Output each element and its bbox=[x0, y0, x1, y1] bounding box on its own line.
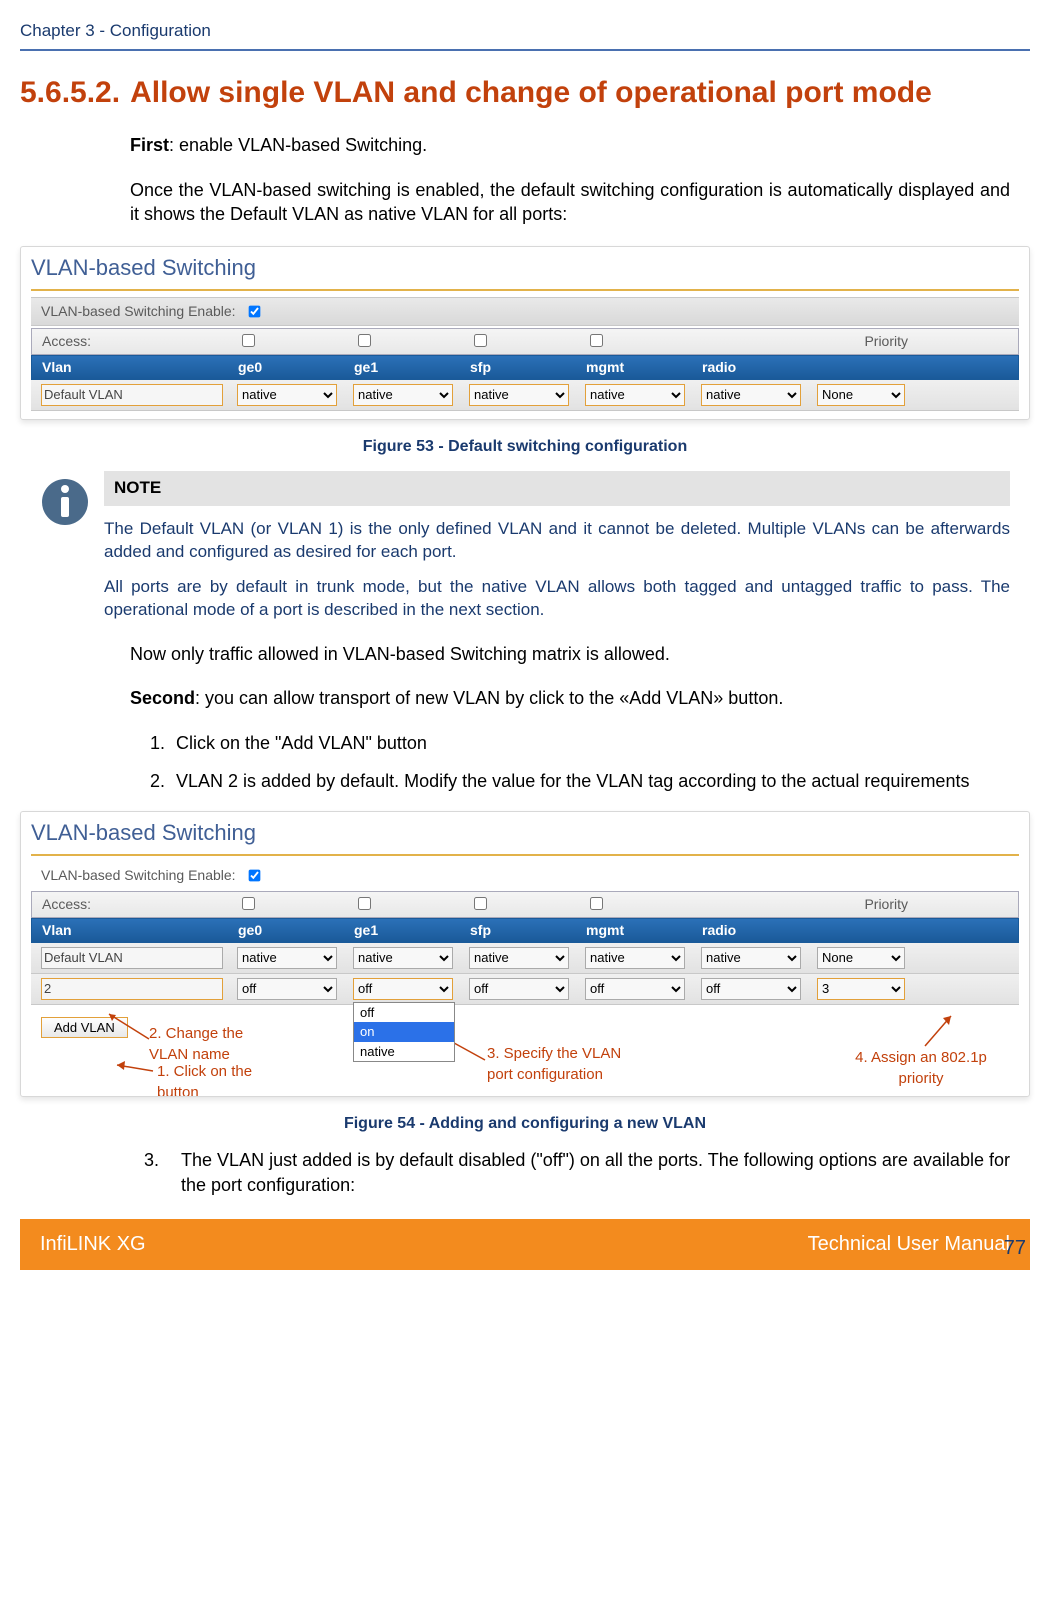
figure53-caption: Figure 53 - Default switching configurat… bbox=[20, 436, 1030, 458]
col-radio-2: radio bbox=[702, 921, 812, 940]
panel-title-2: VLAN-based Switching bbox=[21, 812, 1029, 848]
step3-number: 3. bbox=[144, 1148, 159, 1197]
table-row-default-2: native native native native native None bbox=[31, 943, 1019, 974]
radio-select-new[interactable]: off bbox=[701, 978, 801, 1000]
table-row-new: off off off on native off off off 3 bbox=[31, 974, 1019, 1005]
footer-product: InfiLINK XG bbox=[40, 1231, 146, 1258]
annotation-3: 3. Specify the VLAN port configuration bbox=[487, 1044, 627, 1085]
annotation-2: 2. Change the VLAN name bbox=[149, 1024, 279, 1065]
radio-select-default[interactable]: native bbox=[701, 947, 801, 969]
priority-heading-2: Priority bbox=[818, 895, 908, 914]
col-ge1-2: ge1 bbox=[354, 921, 464, 940]
ge1-dropdown-open[interactable]: off on native bbox=[353, 1002, 455, 1063]
panel-rule-2 bbox=[31, 854, 1019, 856]
sfp-select[interactable]: native bbox=[469, 384, 569, 406]
table-header-row-2: Vlan ge0 ge1 sfp mgmt radio bbox=[31, 918, 1019, 943]
dropdown-opt-on[interactable]: on bbox=[354, 1022, 454, 1042]
access-row: Access: Priority bbox=[31, 328, 1019, 355]
chapter-header: Chapter 3 - Configuration bbox=[20, 20, 1030, 43]
switching-enable-checkbox[interactable] bbox=[248, 306, 260, 318]
ge1-select-new[interactable]: off bbox=[353, 978, 453, 1000]
radio-select[interactable]: native bbox=[701, 384, 801, 406]
step-2: VLAN 2 is added by default. Modify the v… bbox=[170, 769, 1010, 793]
col-mgmt-2: mgmt bbox=[586, 921, 696, 940]
mgmt-select-new[interactable]: off bbox=[585, 978, 685, 1000]
dropdown-opt-off[interactable]: off bbox=[354, 1003, 454, 1023]
access-row-2: Access: Priority bbox=[31, 891, 1019, 918]
table-header-row: Vlan ge0 ge1 sfp mgmt radio bbox=[31, 355, 1019, 380]
col-ge1: ge1 bbox=[354, 358, 464, 377]
para-first: First: enable VLAN-based Switching. bbox=[130, 133, 1010, 157]
figure54-caption: Figure 54 - Adding and configuring a new… bbox=[20, 1113, 1030, 1135]
arrow-1 bbox=[113, 1057, 159, 1079]
vlan-switching-panel-fig54: VLAN-based Switching VLAN-based Switchin… bbox=[20, 811, 1030, 1096]
footer-doc-title: Technical User Manual bbox=[808, 1231, 1010, 1258]
access-ge1-checkbox[interactable] bbox=[358, 334, 371, 347]
annotation-1: 1. Click on the button bbox=[157, 1062, 267, 1096]
vlan-name-input-default[interactable] bbox=[41, 947, 223, 969]
col-mgmt: mgmt bbox=[586, 358, 696, 377]
priority-select-new[interactable]: 3 bbox=[817, 978, 905, 1000]
sfp-select-new[interactable]: off bbox=[469, 978, 569, 1000]
ge1-select[interactable]: native bbox=[353, 384, 453, 406]
switching-enable-label: VLAN-based Switching Enable: bbox=[41, 302, 236, 321]
ge0-select-default[interactable]: native bbox=[237, 947, 337, 969]
para-second: Second: you can allow transport of new V… bbox=[130, 686, 1010, 710]
sfp-select-default[interactable]: native bbox=[469, 947, 569, 969]
priority-select[interactable]: None bbox=[817, 384, 905, 406]
note-text-1: The Default VLAN (or VLAN 1) is the only… bbox=[104, 518, 1010, 564]
switching-enable-row: VLAN-based Switching Enable: bbox=[31, 297, 1019, 326]
mgmt-select-default[interactable]: native bbox=[585, 947, 685, 969]
panel-rule bbox=[31, 289, 1019, 291]
para-now-only: Now only traffic allowed in VLAN-based S… bbox=[130, 642, 1010, 666]
col-radio: radio bbox=[702, 358, 812, 377]
para-once: Once the VLAN-based switching is enabled… bbox=[130, 178, 1010, 227]
priority-heading: Priority bbox=[818, 332, 908, 351]
access-ge0-checkbox-2[interactable] bbox=[242, 897, 255, 910]
switching-enable-label-2: VLAN-based Switching Enable: bbox=[41, 866, 236, 885]
priority-select-default[interactable]: None bbox=[817, 947, 905, 969]
annotation-4: 4. Assign an 802.1p priority bbox=[841, 1048, 1001, 1089]
note-text-2: All ports are by default in trunk mode, … bbox=[104, 576, 1010, 622]
ge0-select[interactable]: native bbox=[237, 384, 337, 406]
col-vlan-2: Vlan bbox=[42, 921, 232, 940]
arrow-4 bbox=[921, 1012, 961, 1052]
access-sfp-checkbox-2[interactable] bbox=[474, 897, 487, 910]
access-label-2: Access: bbox=[42, 895, 232, 914]
vlan-switching-panel-fig53: VLAN-based Switching VLAN-based Switchin… bbox=[20, 246, 1030, 419]
arrow-2 bbox=[104, 1009, 154, 1045]
switching-enable-checkbox-2[interactable] bbox=[248, 870, 260, 882]
switching-enable-row-2: VLAN-based Switching Enable: bbox=[31, 862, 1019, 889]
access-mgmt-checkbox-2[interactable] bbox=[590, 897, 603, 910]
section-number: 5.6.5.2. bbox=[20, 73, 120, 114]
note-title: NOTE bbox=[104, 471, 1010, 506]
header-rule bbox=[20, 49, 1030, 51]
access-ge1-checkbox-2[interactable] bbox=[358, 897, 371, 910]
col-sfp-2: sfp bbox=[470, 921, 580, 940]
page-number: 77 bbox=[1004, 1235, 1026, 1262]
step-3: The VLAN just added is by default disabl… bbox=[181, 1148, 1010, 1197]
step-1: Click on the "Add VLAN" button bbox=[170, 731, 1010, 755]
col-ge0-2: ge0 bbox=[238, 921, 348, 940]
ge0-select-new[interactable]: off bbox=[237, 978, 337, 1000]
section-title: Allow single VLAN and change of operatio… bbox=[130, 73, 1030, 114]
access-label: Access: bbox=[42, 332, 232, 351]
panel-title: VLAN-based Switching bbox=[21, 247, 1029, 283]
vlan-name-input-new[interactable] bbox=[41, 978, 223, 1000]
dropdown-opt-native[interactable]: native bbox=[354, 1042, 454, 1062]
access-sfp-checkbox[interactable] bbox=[474, 334, 487, 347]
col-sfp: sfp bbox=[470, 358, 580, 377]
vlan-name-input[interactable] bbox=[41, 384, 223, 406]
access-ge0-checkbox[interactable] bbox=[242, 334, 255, 347]
table-row-default: native native native native native None bbox=[31, 380, 1019, 411]
col-vlan: Vlan bbox=[42, 358, 232, 377]
info-icon bbox=[40, 477, 90, 527]
mgmt-select[interactable]: native bbox=[585, 384, 685, 406]
col-ge0: ge0 bbox=[238, 358, 348, 377]
page-footer: InfiLINK XG Technical User Manual bbox=[20, 1219, 1030, 1270]
access-mgmt-checkbox[interactable] bbox=[590, 334, 603, 347]
ge1-select-default[interactable]: native bbox=[353, 947, 453, 969]
